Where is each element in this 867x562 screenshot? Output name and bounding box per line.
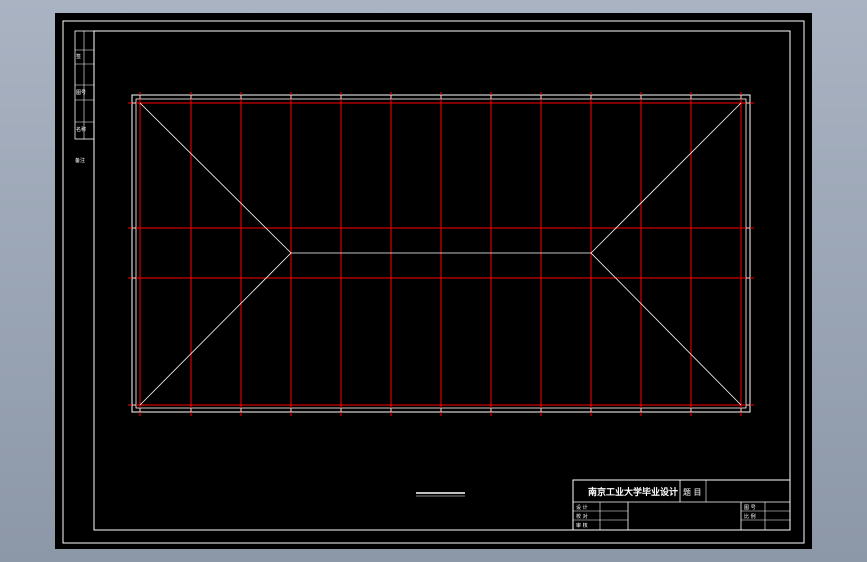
roof-plan-drawing: 签 图号 名称 备注 南京工业大学毕业设计 题 目 设 计 校 对 审 核 图 … <box>55 13 812 549</box>
school-title: 南京工业大学毕业设计 <box>588 486 678 498</box>
title-block-row-label: 设 计 <box>576 504 588 511</box>
title-block-row-label: 审 核 <box>576 522 588 529</box>
title-block-row-label: 校 对 <box>576 513 588 520</box>
title-block-right-label: 图 号 <box>744 505 756 511</box>
side-strip-label: 名称 <box>76 126 86 133</box>
title-block-right-label: 比 例 <box>744 513 756 520</box>
drawing-sheet <box>55 13 812 549</box>
cad-viewport[interactable]: 签 图号 名称 备注 南京工业大学毕业设计 题 目 设 计 校 对 审 核 图 … <box>0 0 867 562</box>
side-strip-label: 备注 <box>75 157 85 164</box>
side-strip-label: 签 <box>76 53 81 60</box>
side-strip-label: 图号 <box>76 90 86 96</box>
figure-label: 题 目 <box>683 488 702 497</box>
